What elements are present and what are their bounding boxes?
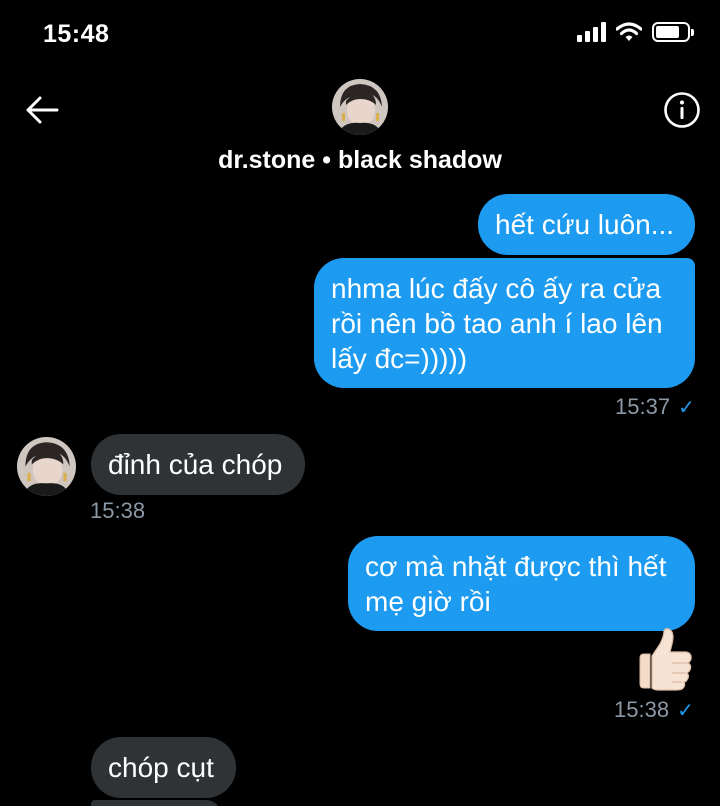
back-button[interactable] — [22, 90, 62, 130]
message-text: chóp cụt — [108, 752, 214, 783]
info-button[interactable] — [662, 90, 702, 130]
thumbs-up-emoji[interactable] — [634, 628, 696, 694]
message-bubble-outgoing[interactable]: hết cứu luôn... — [478, 194, 695, 255]
status-time: 15:48 — [43, 20, 110, 48]
message-timestamp: 15:38 ✓ — [614, 697, 694, 723]
conversation-title[interactable]: dr.stone • black shadow — [0, 146, 720, 175]
message-text: mẹ giờ rồi — [365, 586, 491, 617]
arrow-left-icon — [26, 96, 59, 124]
message-bubble-incoming[interactable] — [91, 800, 221, 806]
check-icon: ✓ — [678, 397, 695, 419]
conversation-avatar[interactable] — [332, 79, 388, 135]
avatar-image — [17, 437, 76, 496]
message-text: lấy đc=))))) — [331, 343, 468, 374]
signal-icon — [577, 22, 606, 42]
message-text: hết cứu luôn... — [495, 209, 675, 240]
message-text: đỉnh của chóp — [108, 449, 283, 480]
avatar-image — [332, 79, 388, 135]
info-icon — [664, 92, 700, 128]
battery-icon — [652, 22, 694, 42]
timestamp-text: 15:37 — [615, 394, 671, 419]
message-timestamp: 15:38 — [90, 498, 146, 523]
timestamp-text: 15:38 — [614, 697, 670, 722]
message-timestamp: 15:37 ✓ — [615, 394, 695, 420]
message-text: cơ mà nhặt được thì hết — [365, 551, 667, 582]
message-text: rồi nên bồ tao anh í lao lên — [331, 308, 663, 339]
message-bubble-outgoing[interactable]: cơ mà nhặt được thì hết mẹ giờ rồi — [348, 536, 695, 631]
message-bubble-incoming[interactable]: đỉnh của chóp — [91, 434, 305, 495]
message-bubble-outgoing[interactable]: nhma lúc đấy cô ấy ra cửa rồi nên bồ tao… — [314, 258, 695, 388]
wifi-icon — [616, 22, 642, 41]
message-bubble-incoming[interactable]: chóp cụt — [91, 737, 236, 798]
status-icons — [577, 22, 694, 42]
check-icon: ✓ — [677, 700, 694, 722]
sender-avatar[interactable] — [17, 437, 76, 496]
message-text: nhma lúc đấy cô ấy ra cửa — [331, 273, 662, 304]
